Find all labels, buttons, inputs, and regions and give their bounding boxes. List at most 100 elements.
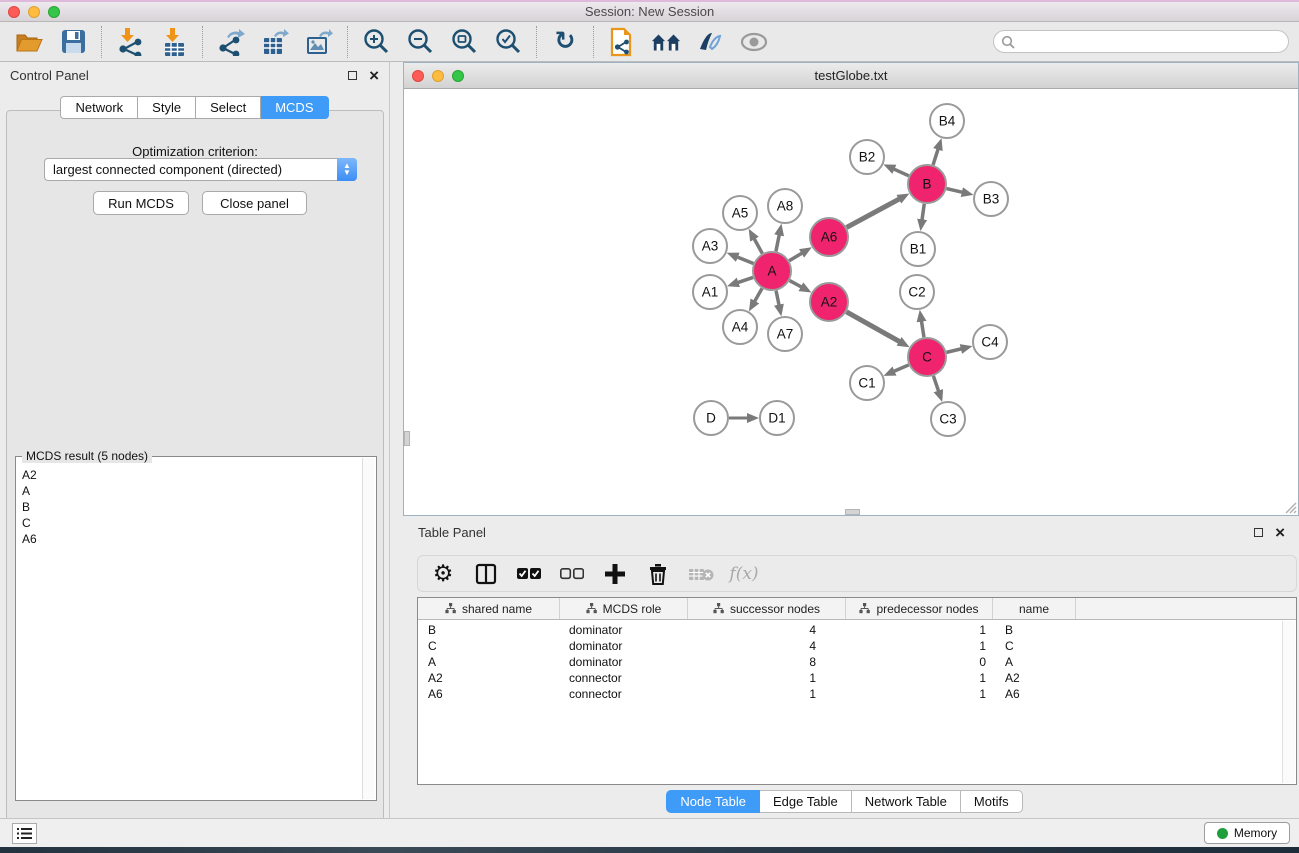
import-network-icon[interactable] — [115, 27, 145, 57]
graph-node-C1[interactable]: C1 — [850, 366, 884, 400]
close-panel-icon[interactable]: × — [369, 71, 379, 80]
graph-node-D[interactable]: D — [694, 401, 728, 435]
table-scrollbar[interactable] — [1282, 621, 1295, 783]
network-zoom-button[interactable] — [452, 70, 464, 82]
graph-node-B[interactable]: B — [908, 165, 946, 203]
refresh-layout-icon[interactable]: ↻ — [550, 27, 580, 57]
search-input[interactable] — [1019, 33, 1288, 51]
mcds-result-item[interactable]: A — [22, 483, 360, 499]
result-scrollbar[interactable] — [362, 458, 374, 799]
graph-edge-A-A1[interactable] — [736, 277, 753, 283]
task-history-button[interactable] — [12, 823, 37, 844]
graph-node-A6[interactable]: A6 — [810, 218, 848, 256]
graph-edge-A-A5[interactable] — [753, 237, 762, 254]
graph-edge-A-A2[interactable] — [790, 281, 804, 289]
table-row[interactable]: C dominator 4 1 C — [418, 639, 1296, 655]
table-type-tab[interactable]: Edge Table — [760, 790, 852, 813]
control-panel-tab[interactable]: MCDS — [261, 96, 328, 119]
graph-edge-A2-C[interactable] — [846, 312, 901, 343]
clear-checkboxes-icon[interactable] — [559, 561, 585, 587]
graph-node-A[interactable]: A — [753, 252, 791, 290]
network-file-icon[interactable] — [607, 27, 637, 57]
mcds-result-item[interactable]: B — [22, 499, 360, 515]
table-settings-gear-icon[interactable]: ⚙ — [430, 561, 456, 587]
zoom-out-icon[interactable] — [405, 27, 435, 57]
export-image-icon[interactable] — [304, 27, 334, 57]
graph-node-A3[interactable]: A3 — [693, 229, 727, 263]
table-type-tab[interactable]: Motifs — [961, 790, 1023, 813]
close-table-panel-icon[interactable]: × — [1275, 528, 1285, 537]
close-window-button[interactable] — [8, 6, 20, 18]
graph-edge-A-A3[interactable] — [735, 256, 753, 263]
table-type-tab[interactable]: Network Table — [852, 790, 961, 813]
graph-edge-B-B4[interactable] — [933, 147, 939, 165]
zoom-in-icon[interactable] — [361, 27, 391, 57]
graph-node-C4[interactable]: C4 — [973, 325, 1007, 359]
graph-node-B2[interactable]: B2 — [850, 140, 884, 174]
network-close-button[interactable] — [412, 70, 424, 82]
float-panel-icon[interactable] — [348, 71, 357, 80]
select-all-checkboxes-icon[interactable] — [516, 561, 542, 587]
show-hide-styles-icon[interactable] — [695, 27, 725, 57]
search-box[interactable] — [993, 30, 1289, 53]
export-network-icon[interactable] — [216, 27, 246, 57]
graph-edge-A-A7[interactable] — [776, 291, 780, 308]
control-panel-tab[interactable]: Style — [138, 96, 196, 119]
graph-edge-B-B2[interactable] — [892, 168, 909, 176]
graph-node-A2[interactable]: A2 — [810, 283, 848, 321]
save-session-icon[interactable] — [58, 27, 88, 57]
mcds-result-item[interactable]: C — [22, 515, 360, 531]
graph-node-A5[interactable]: A5 — [723, 196, 757, 230]
mcds-result-item[interactable]: A2 — [22, 467, 360, 483]
network-window-titlebar[interactable]: testGlobe.txt — [404, 63, 1298, 89]
zoom-fit-icon[interactable] — [449, 27, 479, 57]
table-row[interactable]: A6 connector 1 1 A6 — [418, 687, 1296, 703]
graph-node-A4[interactable]: A4 — [723, 310, 757, 344]
table-column-header[interactable]: MCDS role — [560, 598, 688, 619]
memory-button[interactable]: Memory — [1204, 822, 1290, 844]
graph-edge-A-A8[interactable] — [776, 232, 780, 251]
criterion-dropdown[interactable]: largest connected component (directed) ▲… — [44, 158, 357, 181]
export-table-icon[interactable] — [260, 27, 290, 57]
horizontal-scroll-thumb[interactable] — [845, 509, 860, 515]
table-row[interactable]: A dominator 8 0 A — [418, 655, 1296, 671]
graph-node-C2[interactable]: C2 — [900, 275, 934, 309]
resize-grip-icon[interactable] — [1283, 500, 1297, 514]
graph-node-C[interactable]: C — [908, 338, 946, 376]
zoom-selected-icon[interactable] — [493, 27, 523, 57]
graph-edge-A-A4[interactable] — [753, 288, 762, 303]
float-table-panel-icon[interactable] — [1254, 528, 1263, 537]
graph-edge-B-B3[interactable] — [946, 189, 964, 193]
graph-node-A7[interactable]: A7 — [768, 317, 802, 351]
table-row[interactable]: B dominator 4 1 B — [418, 623, 1296, 639]
graph-edge-C-C3[interactable] — [933, 376, 939, 393]
graph-edge-B-B1[interactable] — [922, 204, 925, 222]
graph-node-C3[interactable]: C3 — [931, 402, 965, 436]
graph-node-A8[interactable]: A8 — [768, 189, 802, 223]
control-panel-tab[interactable]: Select — [196, 96, 261, 119]
graph-node-D1[interactable]: D1 — [760, 401, 794, 435]
import-table-icon[interactable] — [159, 27, 189, 57]
run-mcds-button[interactable]: Run MCDS — [93, 191, 189, 215]
network-graph[interactable]: AA1A2A3A4A5A6A7A8BB1B2B3B4CC1C2C3C4DD1 — [404, 89, 1298, 515]
vertical-scroll-thumb[interactable] — [404, 431, 410, 446]
network-canvas[interactable]: AA1A2A3A4A5A6A7A8BB1B2B3B4CC1C2C3C4DD1 — [404, 89, 1298, 515]
network-minimize-button[interactable] — [432, 70, 444, 82]
graph-edge-A6-B[interactable] — [847, 198, 902, 228]
open-session-icon[interactable] — [14, 27, 44, 57]
hide-graphics-eye-icon[interactable] — [739, 27, 769, 57]
minimize-window-button[interactable] — [28, 6, 40, 18]
table-column-header[interactable]: shared name — [418, 598, 560, 619]
graph-edge-C-C4[interactable] — [946, 348, 963, 352]
graph-edge-A-A6[interactable] — [789, 252, 804, 261]
graph-edge-C-C2[interactable] — [921, 319, 924, 338]
graph-node-B3[interactable]: B3 — [974, 182, 1008, 216]
graph-node-B1[interactable]: B1 — [901, 232, 935, 266]
add-column-icon[interactable] — [602, 561, 628, 587]
zoom-window-button[interactable] — [48, 6, 60, 18]
table-column-header[interactable]: predecessor nodes — [846, 598, 993, 619]
table-type-tab[interactable]: Node Table — [666, 790, 760, 813]
graph-node-B4[interactable]: B4 — [930, 104, 964, 138]
control-panel-tab[interactable]: Network — [60, 96, 138, 119]
home-icon[interactable] — [651, 27, 681, 57]
